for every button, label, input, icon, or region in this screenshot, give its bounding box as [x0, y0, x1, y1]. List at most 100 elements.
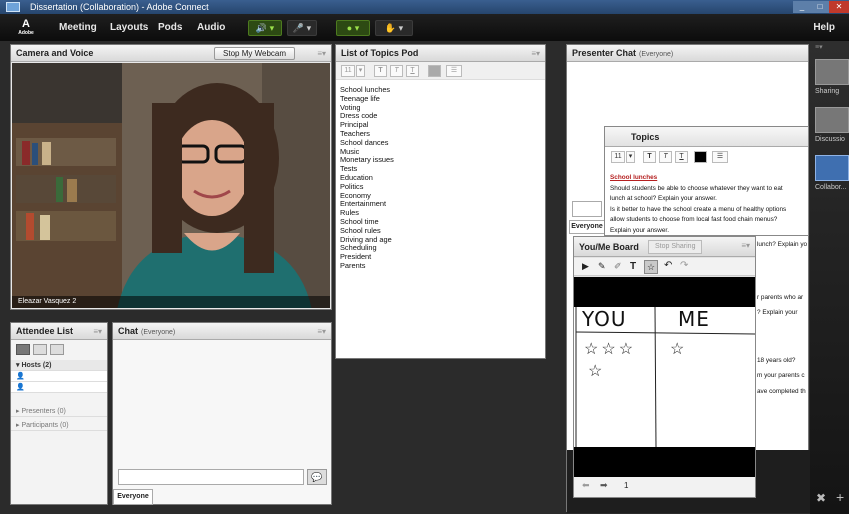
window-title: Dissertation (Collaboration) - Adobe Con…: [30, 2, 209, 12]
topics-list: School lunches Teenage life Voting Dress co…: [340, 85, 394, 271]
pod-options-icon[interactable]: ≡▾: [741, 237, 750, 254]
webcam-video: Eleazar Vasquez 2: [12, 63, 330, 308]
italic-icon[interactable]: T: [390, 65, 403, 77]
me-column-label: ME: [678, 307, 710, 331]
raise-hand-button[interactable]: ✋ ▾: [375, 20, 413, 36]
star-icon: ☆: [601, 341, 619, 358]
adobe-logo: A Adobe: [18, 18, 34, 36]
participants-group[interactable]: ▸ Participants (0): [11, 420, 107, 431]
minimize-button[interactable]: _: [793, 1, 811, 13]
camera-pod-title: Camera and Voice: [16, 48, 94, 58]
board-bottom-band: [574, 447, 755, 477]
webcam-status-button[interactable]: ● ▾: [336, 20, 370, 36]
whiteboard-canvas[interactable]: YOU ME ☆☆☆ ☆ ☆: [574, 306, 755, 448]
maximize-button[interactable]: □: [811, 1, 829, 13]
note-underline-icon[interactable]: T: [675, 151, 688, 163]
attendee-row[interactable]: 👤: [11, 382, 107, 393]
chat-pod: Chat (Everyone) ≡▾ 💬 Everyone: [112, 322, 332, 505]
bullet-list-icon[interactable]: ☰: [446, 65, 462, 77]
speaker-icon: 🔊: [255, 23, 268, 33]
attendee-row[interactable]: 👤: [11, 371, 107, 382]
layout-thumb-collaboration[interactable]: [815, 155, 849, 181]
attendee-list-pod: Attendee List ≡▾ ▾ Hosts (2) 👤 👤 ▸ Prese…: [10, 322, 108, 505]
attendee-pod-body: ▾ Hosts (2) 👤 👤 ▸ Presenters (0) ▸ Parti…: [11, 340, 107, 504]
layout-thumb-sharing[interactable]: [815, 59, 849, 85]
add-layout-icon[interactable]: +: [836, 489, 844, 505]
camera-voice-pod: Camera and Voice Stop My Webcam ≡▾ Eleaz…: [10, 44, 332, 310]
list-view-icon[interactable]: [16, 344, 30, 355]
app-icon: [6, 2, 20, 12]
page-number: 1: [624, 481, 629, 490]
menu-audio[interactable]: Audio: [197, 14, 225, 41]
note-font-dropdown-icon[interactable]: ▾: [626, 151, 635, 163]
topics-note-text: School lunches Should students be able t…: [610, 174, 787, 234]
chat-tab-everyone[interactable]: Everyone: [113, 489, 153, 505]
prev-page-icon[interactable]: ⬅: [582, 480, 590, 491]
note-bold-icon[interactable]: T: [643, 151, 656, 163]
chat-input[interactable]: [118, 469, 304, 485]
star-icon: ☆: [670, 341, 685, 358]
adobe-connect-window: Dissertation (Collaboration) - Adobe Con…: [0, 0, 849, 514]
menu-help[interactable]: Help: [813, 14, 835, 41]
star-icon: ☆: [588, 363, 603, 380]
hosts-group[interactable]: ▾ Hosts (2): [11, 360, 107, 371]
tools-icon[interactable]: ✖: [816, 491, 826, 505]
next-page-icon[interactable]: ➡: [600, 480, 608, 491]
close-button[interactable]: ✕: [829, 1, 849, 13]
menu-meeting[interactable]: Meeting: [59, 14, 97, 41]
highlighter-tool-icon[interactable]: ✐: [614, 261, 622, 272]
attendee-pod-header: Attendee List ≡▾: [11, 323, 107, 340]
presenter-chat-tab[interactable]: Everyone: [569, 220, 605, 234]
topics-note-pod: Topics 11 ▾ T T T ☰ School lunches Shoul…: [604, 126, 809, 236]
stop-webcam-button[interactable]: Stop My Webcam: [214, 47, 295, 60]
layout-thumb-discussion[interactable]: [815, 107, 849, 133]
note-italic-icon[interactable]: T: [659, 151, 672, 163]
presenter-chat-input[interactable]: [572, 201, 602, 217]
note-bullet-list-icon[interactable]: ☰: [712, 151, 728, 163]
pod-options-icon[interactable]: ≡▾: [317, 323, 326, 340]
chat-pod-title: Chat: [118, 326, 138, 336]
menu-layouts[interactable]: Layouts: [110, 14, 148, 41]
host-user-icon: 👤: [16, 373, 25, 380]
topics-pod-body: 11 ▾ T T T ☰ School lunches Teenage life V…: [336, 62, 545, 358]
attendee-pod-title: Attendee List: [16, 326, 74, 336]
you-column-label: YOU: [582, 307, 627, 331]
presenters-group[interactable]: ▸ Presenters (0): [11, 406, 107, 417]
title-bar: Dissertation (Collaboration) - Adobe Con…: [0, 0, 849, 14]
me-stars: ☆: [670, 339, 684, 359]
note-font-size-select[interactable]: 11: [611, 151, 625, 163]
select-tool-icon[interactable]: ▶: [582, 261, 589, 272]
layout-label-collaboration: Collabor...: [815, 184, 847, 191]
pod-options-icon[interactable]: ≡▾: [93, 323, 102, 340]
bold-icon[interactable]: T: [374, 65, 387, 77]
text-tool-icon[interactable]: T: [630, 261, 636, 272]
font-size-select[interactable]: 11: [341, 65, 355, 77]
stop-sharing-button[interactable]: Stop Sharing: [648, 240, 703, 254]
send-message-icon[interactable]: 💬: [307, 469, 327, 485]
menu-bar: A Adobe Meeting Layouts Pods Audio 🔊 ▾ 🎤 …: [0, 14, 849, 41]
sort-icon[interactable]: [50, 344, 64, 355]
microphone-button[interactable]: 🎤 ▾: [287, 20, 317, 36]
redo-icon[interactable]: ↷: [680, 260, 688, 271]
pod-options-icon[interactable]: ≡▾: [317, 45, 326, 62]
pencil-tool-icon[interactable]: ✎: [598, 261, 606, 272]
grid-view-icon[interactable]: [33, 344, 47, 355]
user-status-icon: ●: [346, 23, 353, 33]
text-color-icon[interactable]: [428, 65, 441, 77]
font-size-dropdown-icon[interactable]: ▾: [356, 65, 365, 77]
shape-tool-icon[interactable]: ☆: [644, 260, 658, 274]
underline-icon[interactable]: T: [406, 65, 419, 77]
speaker-button[interactable]: 🔊 ▾: [248, 20, 282, 36]
board-page-nav: ⬅ ➡ 1: [574, 477, 755, 497]
star-icon: ☆: [584, 341, 602, 358]
sidebar-menu-icon[interactable]: ≡▾: [815, 43, 823, 51]
you-stars-row2: ☆: [588, 361, 602, 381]
undo-icon[interactable]: ↶: [664, 260, 672, 271]
menu-pods[interactable]: Pods: [158, 14, 182, 41]
layouts-sidebar: ≡▾ Sharing Discussio Collabor... ✖ +: [810, 41, 849, 514]
pod-options-icon[interactable]: ≡▾: [531, 45, 540, 62]
board-header: You/Me Board Stop Sharing ≡▾: [574, 237, 755, 257]
note-text-color-icon[interactable]: [694, 151, 707, 163]
board-title: You/Me Board: [579, 242, 639, 252]
topic-item: Parents: [340, 260, 366, 270]
